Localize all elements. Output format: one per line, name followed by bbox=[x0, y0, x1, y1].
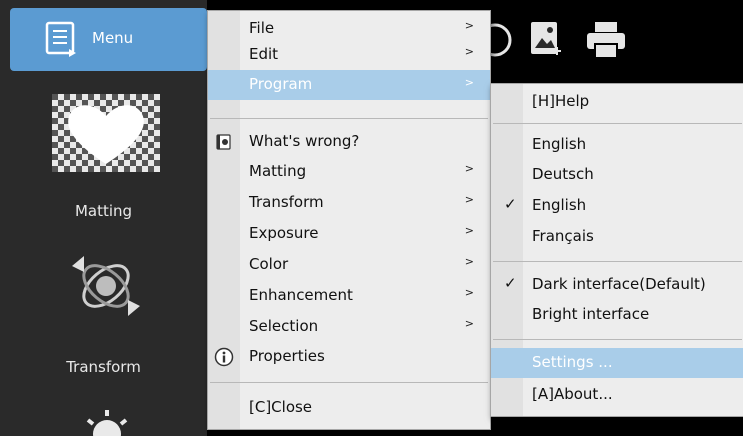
menu-item-settings[interactable]: Settings ... bbox=[491, 348, 743, 378]
sidebar-item-label: Matting bbox=[74, 202, 133, 220]
menu-item-transform[interactable]: Transform > bbox=[208, 189, 490, 217]
menu-item-label: Exposure bbox=[249, 224, 319, 242]
submenu-arrow-icon: > bbox=[464, 45, 474, 58]
menu-item-label: Edit bbox=[249, 45, 279, 63]
menu-separator bbox=[210, 382, 488, 383]
submenu-arrow-icon: > bbox=[464, 286, 474, 299]
menu-item-label: Bright interface bbox=[532, 305, 650, 323]
sidebar-item-matting[interactable]: Matting bbox=[0, 90, 207, 230]
menu-item-program[interactable]: Program > bbox=[208, 70, 490, 100]
menu-item-label: Color bbox=[249, 255, 289, 273]
menu-item-label: Matting bbox=[249, 162, 307, 180]
menu-item-label: Français bbox=[532, 227, 594, 245]
menu-item-selection[interactable]: Selection > bbox=[208, 313, 490, 341]
sun-icon bbox=[86, 410, 128, 436]
menu-item-close[interactable]: [C]Close bbox=[208, 394, 490, 422]
menu-item-color[interactable]: Color > bbox=[208, 251, 490, 279]
menu-item-exposure[interactable]: Exposure > bbox=[208, 220, 490, 248]
menu-item-label: Properties bbox=[249, 347, 325, 365]
menu-item-label: English bbox=[532, 196, 587, 214]
help-book-icon bbox=[216, 134, 231, 150]
print-icon[interactable] bbox=[585, 20, 627, 60]
menu-separator bbox=[210, 118, 488, 119]
checkmark-icon: ✓ bbox=[504, 274, 517, 292]
submenu-arrow-icon: > bbox=[464, 317, 474, 330]
sidebar: Menu Matting Transform bbox=[0, 0, 207, 436]
menu-item-enhancement[interactable]: Enhancement > bbox=[208, 282, 490, 310]
menu-separator bbox=[493, 261, 742, 262]
menu-item-label: Enhancement bbox=[249, 286, 353, 304]
submenu-arrow-icon: > bbox=[464, 162, 474, 175]
menu-separator bbox=[493, 339, 742, 340]
transform-rotate-icon bbox=[72, 256, 140, 316]
program-submenu: [H]Help English Deutsch ✓ English França… bbox=[490, 83, 743, 417]
menu-item-properties[interactable]: Properties bbox=[208, 343, 490, 371]
sidebar-item-label: Transform bbox=[66, 358, 141, 376]
menu-item-deutsch[interactable]: Deutsch bbox=[491, 161, 743, 189]
menu-item-whats-wrong[interactable]: What's wrong? bbox=[208, 128, 490, 156]
menu-item-label: What's wrong? bbox=[249, 132, 360, 150]
menu-item-label: Program bbox=[249, 75, 313, 93]
menu-item-label: [A]About... bbox=[532, 385, 613, 403]
menu-item-about[interactable]: [A]About... bbox=[491, 381, 743, 409]
menu-item-label: Selection bbox=[249, 317, 319, 335]
matting-heart-icon bbox=[52, 94, 160, 172]
menu-item-help[interactable]: [H]Help bbox=[491, 88, 743, 116]
menu-item-label: File bbox=[249, 19, 275, 37]
menu-item-label: Settings ... bbox=[532, 353, 613, 371]
menu-item-dark-interface[interactable]: ✓ Dark interface(Default) bbox=[491, 271, 743, 299]
submenu-arrow-icon: > bbox=[464, 76, 474, 89]
menu-button[interactable]: Menu bbox=[10, 8, 207, 71]
submenu-arrow-icon: > bbox=[464, 255, 474, 268]
checkmark-icon: ✓ bbox=[504, 195, 517, 213]
menu-item-label: Deutsch bbox=[532, 165, 594, 183]
menu-item-label: [H]Help bbox=[532, 92, 590, 110]
menu-item-label: Dark interface(Default) bbox=[532, 275, 706, 293]
menu-item-label: [C]Close bbox=[249, 398, 313, 416]
menu-item-matting[interactable]: Matting > bbox=[208, 158, 490, 186]
new-image-icon[interactable] bbox=[529, 20, 563, 60]
sidebar-item-transform[interactable]: Transform bbox=[0, 240, 207, 385]
menu-item-label: English bbox=[532, 135, 587, 153]
submenu-arrow-icon: > bbox=[464, 19, 474, 32]
menu-item-francais[interactable]: Français bbox=[491, 223, 743, 251]
submenu-arrow-icon: > bbox=[464, 193, 474, 206]
menu-item-bright-interface[interactable]: Bright interface bbox=[491, 301, 743, 329]
menu-item-english-checked[interactable]: ✓ English bbox=[491, 192, 743, 220]
menu-separator bbox=[493, 123, 742, 124]
document-menu-icon bbox=[45, 21, 76, 57]
menu-item-english[interactable]: English bbox=[491, 131, 743, 159]
menu-item-edit[interactable]: Edit > bbox=[208, 41, 490, 69]
main-menu: File > Edit > Program > What's wrong? Ma… bbox=[207, 10, 491, 430]
info-icon bbox=[214, 347, 234, 367]
menu-item-file[interactable]: File > bbox=[208, 15, 490, 43]
menu-item-label: Transform bbox=[249, 193, 324, 211]
submenu-arrow-icon: > bbox=[464, 224, 474, 237]
menu-button-label: Menu bbox=[92, 29, 134, 47]
